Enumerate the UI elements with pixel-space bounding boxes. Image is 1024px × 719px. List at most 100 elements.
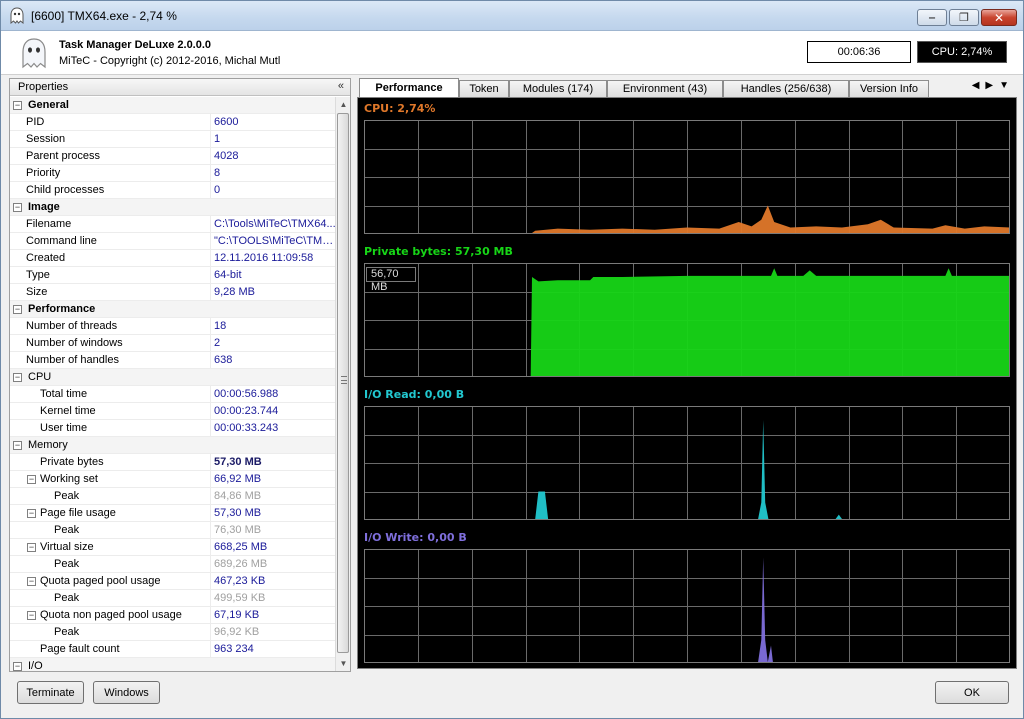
category-row[interactable]: − Image: [10, 199, 336, 216]
tab-next-icon[interactable]: ▶: [985, 80, 993, 91]
maximize-button[interactable]: ❐: [949, 9, 979, 26]
property-row[interactable]: Size 9,28 MB: [10, 284, 336, 301]
close-button[interactable]: ✕: [981, 9, 1017, 26]
column-divider: [210, 114, 211, 131]
property-row[interactable]: Kernel time 00:00:23.744: [10, 403, 336, 420]
property-row[interactable]: User time 00:00:33.243: [10, 420, 336, 437]
category-row[interactable]: − I/O: [10, 658, 336, 672]
property-row[interactable]: Peak 84,86 MB: [10, 488, 336, 505]
property-label: Peak: [54, 592, 80, 604]
property-row[interactable]: Peak 76,30 MB: [10, 522, 336, 539]
property-row[interactable]: Number of windows 2: [10, 335, 336, 352]
category-row[interactable]: − CPU: [10, 369, 336, 386]
tab-handles[interactable]: Handles (256/638): [723, 80, 849, 97]
property-row[interactable]: Peak 689,26 MB: [10, 556, 336, 573]
graph-title: I/O Read: 0,00 B: [364, 388, 465, 401]
property-row[interactable]: Child processes 0: [10, 182, 336, 199]
ok-button[interactable]: OK: [935, 681, 1009, 704]
windows-button[interactable]: Windows: [93, 681, 160, 704]
column-divider: [210, 590, 211, 607]
property-value: 57,30 MB: [214, 507, 262, 519]
property-row[interactable]: Session 1: [10, 131, 336, 148]
property-label: Parent process: [26, 150, 100, 162]
collapse-toggle-icon[interactable]: −: [13, 203, 22, 212]
property-value: 96,92 KB: [214, 626, 260, 638]
column-divider: [210, 539, 211, 556]
column-divider: [210, 216, 211, 233]
property-label: Number of threads: [26, 320, 118, 332]
property-row[interactable]: Parent process 4028: [10, 148, 336, 165]
collapse-toggle-icon[interactable]: −: [27, 509, 36, 518]
graph-canvas: [364, 549, 1010, 663]
property-row[interactable]: Total time 00:00:56.988: [10, 386, 336, 403]
collapse-toggle-icon[interactable]: −: [27, 543, 36, 552]
property-value: 1: [214, 133, 221, 145]
property-row[interactable]: − Working set 66,92 MB: [10, 471, 336, 488]
terminate-button[interactable]: Terminate: [17, 681, 84, 704]
property-row[interactable]: Priority 8: [10, 165, 336, 182]
property-value: 4028: [214, 150, 239, 162]
graph-title: I/O Write: 0,00 B: [364, 531, 467, 544]
property-row[interactable]: Number of handles 638: [10, 352, 336, 369]
category-row[interactable]: − Performance: [10, 301, 336, 318]
ghost-logo-icon: [22, 38, 46, 69]
collapse-toggle-icon[interactable]: −: [27, 611, 36, 620]
collapse-toggle-icon[interactable]: −: [13, 373, 22, 382]
property-label: Type: [26, 269, 50, 281]
category-row[interactable]: − Memory: [10, 437, 336, 454]
tab-environment[interactable]: Environment (43): [607, 80, 723, 97]
property-label: Performance: [28, 303, 96, 315]
property-row[interactable]: Peak 96,92 KB: [10, 624, 336, 641]
collapse-toggle-icon[interactable]: −: [13, 662, 22, 671]
properties-scrollbar[interactable]: ▲ ▼: [335, 97, 350, 671]
tab-version-info[interactable]: Version Info: [849, 80, 929, 97]
scroll-down-icon[interactable]: ▼: [336, 656, 350, 671]
property-row[interactable]: Page fault count 963 234: [10, 641, 336, 658]
tab-performance[interactable]: Performance: [359, 78, 459, 97]
tab-modules[interactable]: Modules (174): [509, 80, 607, 97]
property-row[interactable]: Created 12.11.2016 11:09:58: [10, 250, 336, 267]
tab-token[interactable]: Token: [459, 80, 509, 97]
column-divider: [210, 335, 211, 352]
property-value: 0: [214, 184, 221, 196]
tab-prev-icon[interactable]: ◀: [972, 80, 980, 91]
scrollbar-thumb[interactable]: [337, 113, 349, 653]
property-value: 00:00:33.243: [214, 422, 279, 434]
collapse-panel-icon[interactable]: «: [338, 80, 344, 92]
maximize-icon: ❐: [959, 12, 969, 24]
property-label: Image: [28, 201, 60, 213]
title-bar[interactable]: [6600] TMX64.exe - 2,74 % ‒ ❐ ✕: [1, 1, 1023, 31]
category-row[interactable]: − General: [10, 97, 336, 114]
property-row[interactable]: Number of threads 18: [10, 318, 336, 335]
column-divider: [210, 624, 211, 641]
window-title: [6600] TMX64.exe - 2,74 %: [31, 9, 177, 23]
property-row[interactable]: − Quota non paged pool usage 67,19 KB: [10, 607, 336, 624]
property-row[interactable]: Command line "C:\TOOLS\MiTeC\TMX...: [10, 233, 336, 250]
property-row[interactable]: − Quota paged pool usage 467,23 KB: [10, 573, 336, 590]
collapse-toggle-icon[interactable]: −: [13, 305, 22, 314]
property-value: 76,30 MB: [214, 524, 262, 536]
property-row[interactable]: Filename C:\Tools\MiTeC\TMX64...: [10, 216, 336, 233]
property-label: Session: [26, 133, 66, 145]
column-divider: [210, 641, 211, 658]
property-value: 499,59 KB: [214, 592, 266, 604]
property-row[interactable]: − Page file usage 57,30 MB: [10, 505, 336, 522]
scroll-up-icon[interactable]: ▲: [336, 97, 350, 112]
property-row[interactable]: Peak 499,59 KB: [10, 590, 336, 607]
property-value: C:\Tools\MiTeC\TMX64...: [214, 218, 336, 230]
app-name: Task Manager DeLuxe 2.0.0.0: [59, 39, 212, 51]
property-row[interactable]: − Virtual size 668,25 MB: [10, 539, 336, 556]
graph-title: Private bytes: 57,30 MB: [364, 245, 513, 258]
property-row[interactable]: Type 64-bit: [10, 267, 336, 284]
collapse-toggle-icon[interactable]: −: [13, 441, 22, 450]
minimize-button[interactable]: ‒: [917, 9, 947, 26]
property-value: 668,25 MB: [214, 541, 268, 553]
property-label: I/O: [28, 660, 43, 672]
collapse-toggle-icon[interactable]: −: [27, 577, 36, 586]
collapse-toggle-icon[interactable]: −: [27, 475, 36, 484]
collapse-toggle-icon[interactable]: −: [13, 101, 22, 110]
property-row[interactable]: PID 6600: [10, 114, 336, 131]
property-value: "C:\TOOLS\MiTeC\TMX...: [214, 235, 336, 247]
tab-menu-icon[interactable]: ▼: [999, 80, 1009, 91]
property-row[interactable]: Private bytes 57,30 MB: [10, 454, 336, 471]
